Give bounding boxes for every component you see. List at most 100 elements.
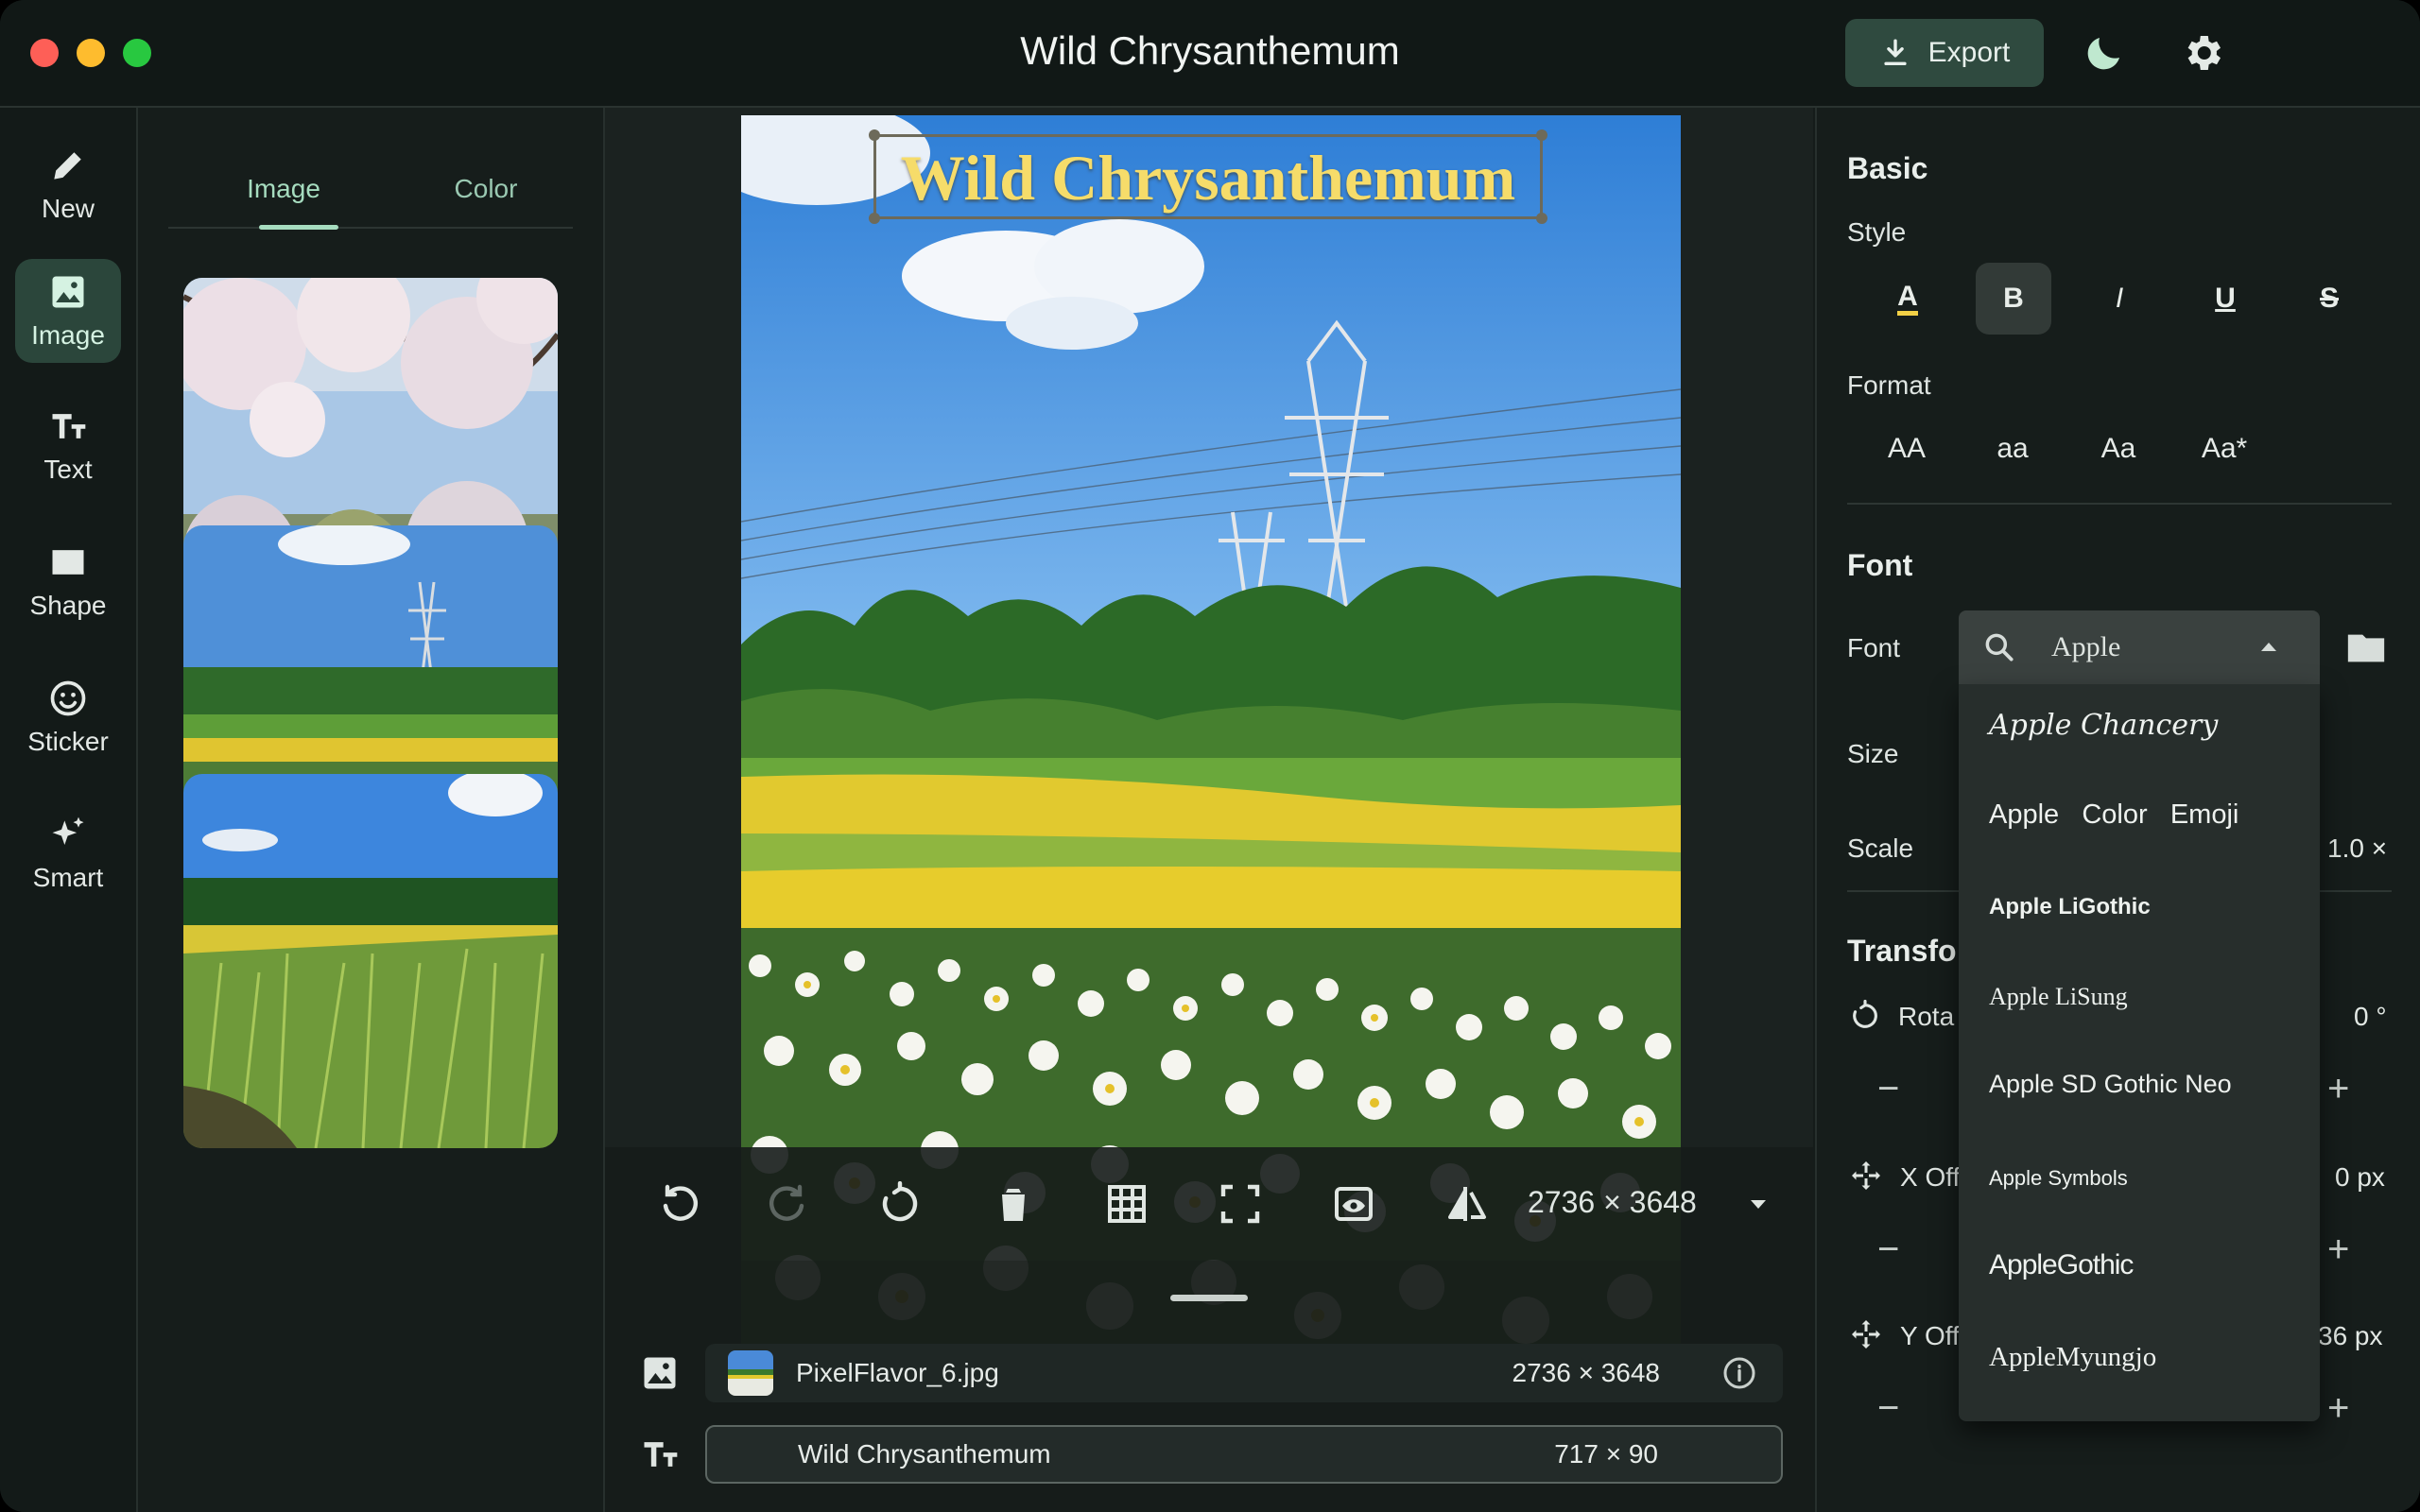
preview-button[interactable]: [1331, 1181, 1376, 1227]
rail-item-image[interactable]: Image: [15, 259, 121, 363]
redo-button[interactable]: [764, 1181, 809, 1227]
section-title-basic: Basic: [1847, 151, 1928, 185]
resize-handle[interactable]: [1536, 129, 1547, 141]
smiley-icon: [50, 680, 86, 716]
export-label: Export: [1927, 37, 2011, 68]
font-option[interactable]: AppleGothic: [1989, 1249, 2134, 1281]
move-icon: [1852, 1161, 1880, 1190]
layer-thumbnail: [728, 1350, 773, 1396]
strikethrough-letter: S: [2319, 283, 2339, 314]
image-gallery-panel: Image Color: [138, 108, 605, 1512]
tab-color[interactable]: Color: [410, 174, 562, 204]
text-layer-icon: [644, 1442, 678, 1467]
rail-label: New: [41, 194, 95, 223]
rotate-button[interactable]: [877, 1180, 923, 1227]
rail-item-text[interactable]: Text: [15, 393, 121, 497]
download-icon: [1884, 39, 1907, 66]
info-icon[interactable]: [1720, 1354, 1758, 1392]
section-divider: [1847, 503, 2392, 505]
resize-handle[interactable]: [869, 213, 880, 224]
undo-button[interactable]: [658, 1181, 703, 1227]
y-offset-decrement-button[interactable]: −: [1877, 1387, 1899, 1430]
rectangle-icon: [52, 550, 84, 575]
format-lowercase-button[interactable]: aa: [1970, 433, 2055, 465]
rotate-decrement-button[interactable]: −: [1877, 1068, 1899, 1110]
underline-button[interactable]: U: [2187, 263, 2263, 335]
font-option[interactable]: Apple Symbols: [1989, 1166, 2128, 1191]
canvas-dimensions[interactable]: 2736 × 3648: [1528, 1185, 1697, 1220]
caret-down-icon[interactable]: [1747, 1193, 1770, 1215]
rail-label: Smart: [32, 863, 104, 892]
text-color-letter: A: [1897, 282, 1918, 316]
rotate-increment-button[interactable]: +: [2327, 1068, 2349, 1110]
format-smart-case-button[interactable]: Aa*: [2182, 433, 2267, 465]
tab-image[interactable]: Image: [208, 174, 359, 204]
format-uppercase-button[interactable]: AA: [1864, 433, 1949, 465]
title-bar: Wild Chrysanthemum Export: [0, 0, 2420, 108]
font-search-input[interactable]: [2049, 627, 2261, 667]
fit-screen-button[interactable]: [1218, 1181, 1263, 1227]
font-search-field[interactable]: [1959, 610, 2320, 684]
export-button[interactable]: Export: [1845, 19, 2044, 87]
grid-button[interactable]: [1104, 1181, 1150, 1227]
italic-letter: I: [2115, 283, 2124, 314]
resize-handle[interactable]: [869, 129, 880, 141]
layers-panel: PixelFlavor_6.jpg 2736 × 3648 Wild Chrys…: [605, 1261, 1813, 1512]
font-option[interactable]: Apple Color Emoji: [1989, 799, 2238, 831]
moon-icon[interactable]: [2082, 30, 2127, 76]
rail-item-smart[interactable]: Smart: [15, 801, 121, 905]
layer-row-image[interactable]: PixelFlavor_6.jpg 2736 × 3648: [705, 1344, 1783, 1402]
layer-name: PixelFlavor_6.jpg: [796, 1358, 999, 1387]
bold-letter: B: [2003, 283, 2024, 314]
text-color-button[interactable]: A: [1870, 263, 1945, 335]
rail-label: Image: [31, 320, 105, 350]
active-tab-indicator: [259, 225, 338, 230]
bold-button[interactable]: B: [1976, 263, 2051, 335]
pencil-icon: [54, 152, 81, 180]
canvas-area: Wild Chrysanthemum 2736 × 3648 PixelFlav…: [605, 108, 1813, 1512]
font-option[interactable]: AppleMyungjo: [1989, 1342, 2156, 1373]
rail-item-new[interactable]: New: [15, 132, 121, 236]
fullscreen-icon: [1220, 1184, 1260, 1224]
x-offset-value: 0 px: [2335, 1162, 2385, 1192]
app-window: Wild Chrysanthemum Export New Image Text: [0, 0, 2420, 1512]
italic-button[interactable]: I: [2082, 263, 2157, 335]
gallery-thumbnail-reeds[interactable]: [183, 774, 558, 1148]
x-offset-increment-button[interactable]: +: [2327, 1228, 2349, 1271]
font-option[interactable]: Apple LiSung: [1989, 983, 2128, 1011]
delete-button[interactable]: [991, 1181, 1036, 1227]
format-label: Format: [1847, 370, 1931, 400]
compare-button[interactable]: [1444, 1181, 1490, 1227]
panel-drag-handle[interactable]: [1170, 1295, 1248, 1301]
layer-size: 717 × 90: [1554, 1439, 1658, 1469]
canvas-toolbar: 2736 × 3648: [605, 1147, 1813, 1261]
caret-up-icon[interactable]: [2259, 639, 2278, 654]
rail-item-shape[interactable]: Shape: [15, 529, 121, 633]
gallery-tabs: Image Color: [168, 146, 573, 230]
compare-icon: [1448, 1187, 1486, 1221]
font-option[interactable]: Apple LiGothic: [1989, 894, 2151, 920]
strikethrough-button[interactable]: S: [2291, 263, 2367, 335]
gear-icon[interactable]: [2180, 30, 2225, 76]
move-icon: [1852, 1320, 1880, 1349]
font-dropdown-list: Apple Chancery Apple Color Emoji Apple L…: [1959, 684, 2320, 1421]
rotate-label: Rota: [1898, 1002, 1955, 1031]
redo-icon: [769, 1184, 804, 1221]
rotate-icon: [882, 1180, 918, 1222]
folder-icon[interactable]: [2344, 626, 2388, 669]
canvas-text-layer[interactable]: Wild Chrysanthemum: [873, 134, 1543, 219]
layer-row-text[interactable]: Wild Chrysanthemum 717 × 90: [705, 1425, 1783, 1484]
font-option[interactable]: Apple Chancery: [1989, 709, 2218, 742]
scale-label: Scale: [1847, 833, 1914, 863]
sparkle-icon: [52, 816, 84, 845]
window-title: Wild Chrysanthemum: [1020, 28, 1400, 73]
rail-label: Shape: [29, 591, 107, 620]
size-label: Size: [1847, 739, 1899, 768]
rail-item-sticker[interactable]: Sticker: [15, 665, 121, 769]
x-offset-decrement-button[interactable]: −: [1877, 1228, 1899, 1271]
y-offset-increment-button[interactable]: +: [2327, 1387, 2349, 1430]
format-capitalize-button[interactable]: Aa: [2076, 433, 2161, 465]
resize-handle[interactable]: [1536, 213, 1547, 224]
rail-label: Sticker: [27, 727, 109, 756]
font-option[interactable]: Apple SD Gothic Neo: [1989, 1070, 2232, 1099]
